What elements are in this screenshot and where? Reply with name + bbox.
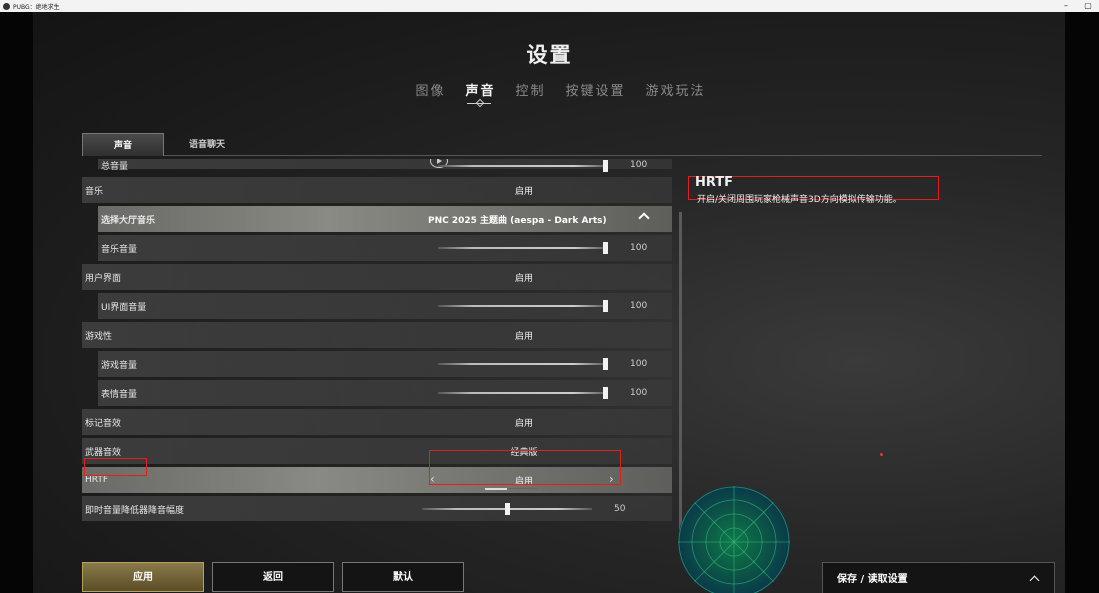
- radar-grid: [678, 486, 790, 593]
- setting-value[interactable]: 启用: [424, 416, 624, 429]
- slider-knob[interactable]: [603, 242, 608, 254]
- save-load-label: 保存 / 读取设置: [837, 574, 908, 585]
- slider-knob[interactable]: [603, 387, 608, 399]
- maximize-button[interactable]: ▢: [1081, 0, 1095, 12]
- setting-value[interactable]: 启用: [424, 184, 624, 197]
- subtab-voice-chat[interactable]: 语音聊天: [177, 133, 237, 156]
- game-viewport: 设置 图像 声音 控制 按键设置 游戏玩法 声音 语音聊天 总音量 100 音乐…: [0, 12, 1099, 593]
- marker-sfx-row[interactable]: 标记音效 启用: [82, 409, 672, 435]
- volume-slider[interactable]: [438, 160, 608, 172]
- music-row[interactable]: 音乐 启用: [82, 177, 672, 203]
- lobby-music-row[interactable]: 选择大厅音乐 PNC 2025 主题曲 (aespa - Dark Arts): [98, 206, 672, 232]
- tab-sound[interactable]: 声音: [465, 80, 495, 104]
- app-icon: [3, 2, 10, 10]
- gameplay-row[interactable]: 游戏性 启用: [82, 322, 672, 348]
- tab-keybindings[interactable]: 按键设置: [566, 80, 626, 99]
- setting-label: 武器音效: [85, 447, 122, 458]
- slider-value: 100: [630, 243, 648, 253]
- music-volume-row[interactable]: 音乐音量 100: [98, 235, 672, 261]
- slider-value: 100: [630, 301, 648, 311]
- master-volume-row[interactable]: 总音量 100: [98, 159, 672, 172]
- setting-label: 游戏音量: [101, 360, 138, 371]
- radar-graphic: [678, 486, 790, 593]
- volume-slider[interactable]: [422, 503, 592, 515]
- map-marker-dot: [880, 453, 883, 456]
- setting-label: 音乐音量: [101, 244, 138, 255]
- description-title: HRTF: [695, 175, 734, 190]
- setting-label: HRTF: [85, 475, 109, 485]
- slider-value: 100: [630, 359, 648, 369]
- volume-slider[interactable]: [438, 358, 608, 370]
- slider-knob[interactable]: [603, 358, 608, 370]
- ui-volume-row[interactable]: UI界面音量 100: [98, 293, 672, 319]
- page-title: 设置: [526, 43, 573, 67]
- slider-knob[interactable]: [505, 503, 510, 515]
- subtab-sound[interactable]: 声音: [82, 133, 164, 156]
- save-load-settings-button[interactable]: 保存 / 读取设置: [822, 562, 1055, 593]
- settings-scrollbar[interactable]: [679, 212, 682, 532]
- setting-label: 用户界面: [85, 273, 122, 284]
- setting-label: 即时音量降低器降音幅度: [85, 505, 185, 516]
- lobby-music-dropdown[interactable]: PNC 2025 主题曲 (aespa - Dark Arts): [428, 213, 607, 226]
- slider-value: 100: [630, 160, 648, 170]
- window-title: PUBG：绝地求生: [13, 3, 60, 11]
- chevron-up-icon: [1029, 575, 1040, 586]
- sound-subtabs: 声音 语音聊天: [82, 133, 1042, 156]
- volume-slider[interactable]: [438, 242, 608, 254]
- slider-knob[interactable]: [603, 160, 608, 172]
- slider-value: 50: [614, 504, 626, 514]
- gameplay-volume-row[interactable]: 游戏音量 100: [98, 351, 672, 377]
- settings-category-tabs: 图像 声音 控制 按键设置 游戏玩法: [0, 80, 1099, 104]
- chevron-up-icon[interactable]: [638, 212, 650, 224]
- setting-value[interactable]: 启用: [424, 329, 624, 342]
- setting-label: 选择大厅音乐: [101, 215, 156, 226]
- minimize-button[interactable]: –: [1059, 0, 1073, 12]
- annotation-box: [84, 458, 147, 476]
- description-text: 开启/关闭周围玩家枪械声音3D方向模拟传输功能。: [697, 195, 902, 205]
- setting-label: 游戏性: [85, 331, 113, 342]
- setting-label: 标记音效: [85, 418, 122, 429]
- noise-reduction-row[interactable]: 即时音量降低器降音幅度 50: [82, 496, 672, 521]
- setting-label: UI界面音量: [101, 302, 147, 313]
- setting-label: 总音量: [101, 162, 129, 172]
- tab-graphics[interactable]: 图像: [415, 80, 445, 99]
- volume-slider[interactable]: [438, 387, 608, 399]
- annotation-box: [429, 450, 621, 485]
- setting-label: 音乐: [85, 186, 104, 197]
- tab-gameplay[interactable]: 游戏玩法: [646, 80, 706, 99]
- volume-slider[interactable]: [438, 300, 608, 312]
- back-button[interactable]: 返回: [212, 562, 334, 592]
- setting-value[interactable]: 启用: [424, 271, 624, 284]
- tab-control[interactable]: 控制: [515, 80, 545, 99]
- slider-value: 100: [630, 388, 648, 398]
- slider-knob[interactable]: [603, 300, 608, 312]
- setting-label: 表情音量: [101, 389, 138, 400]
- default-button[interactable]: 默认: [342, 562, 464, 592]
- emote-volume-row[interactable]: 表情音量 100: [98, 380, 672, 406]
- selector-indicator: [485, 488, 507, 490]
- window-titlebar: PUBG：绝地求生 – ▢: [0, 0, 1099, 12]
- apply-button[interactable]: 应用: [82, 562, 204, 592]
- ui-row[interactable]: 用户界面 启用: [82, 264, 672, 290]
